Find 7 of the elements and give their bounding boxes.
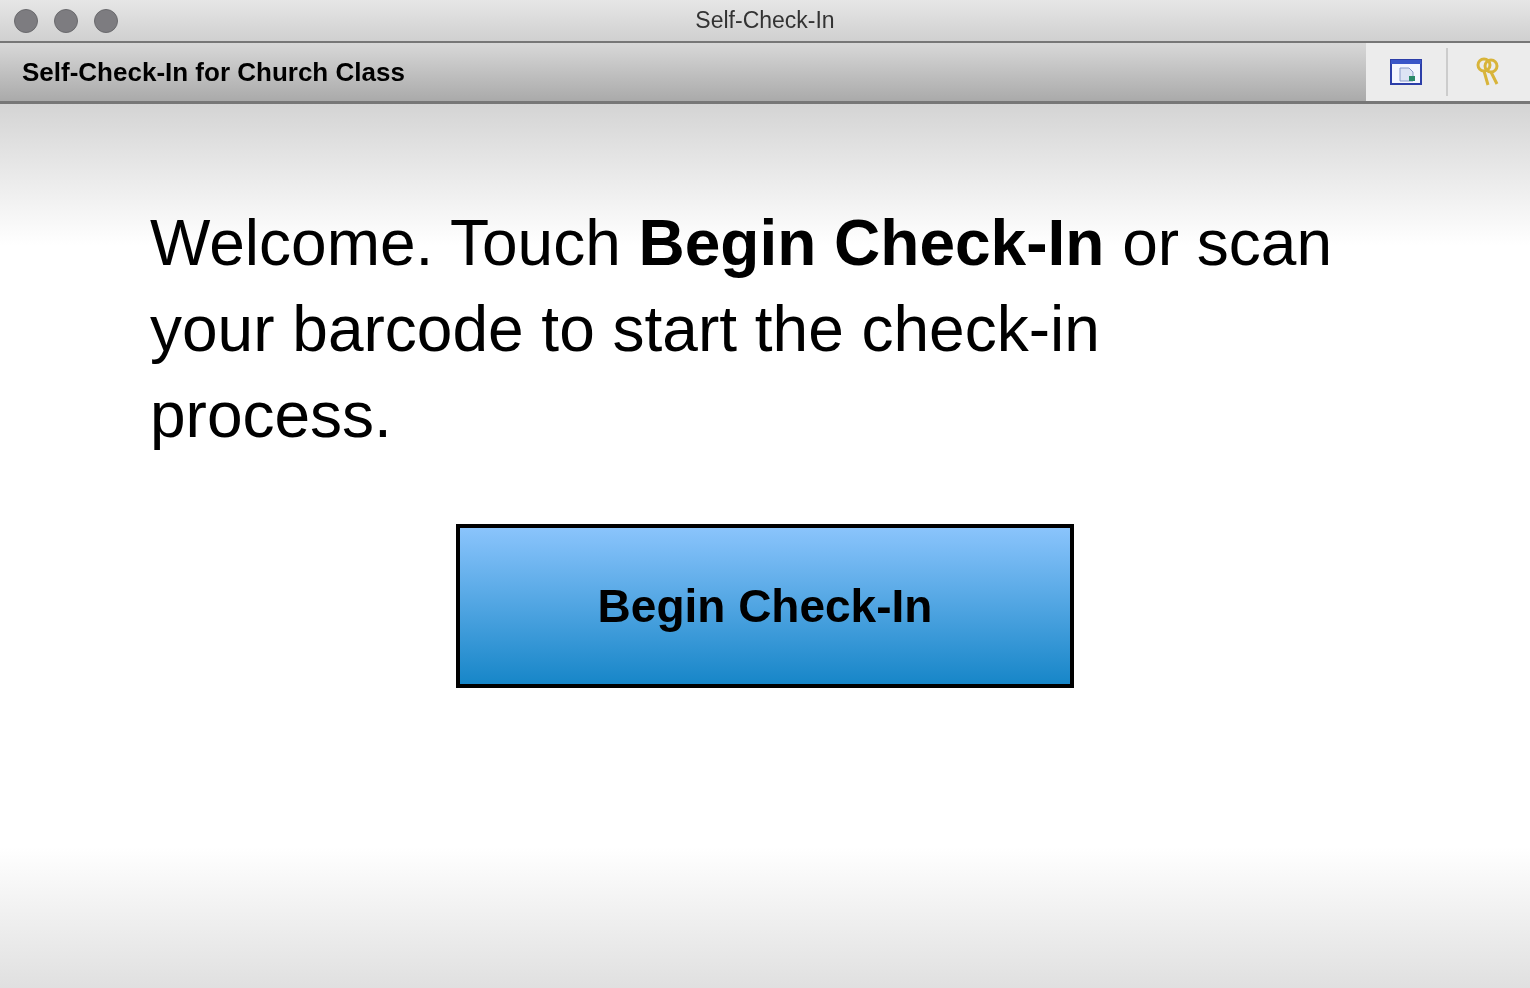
- begin-check-in-button[interactable]: Begin Check-In: [456, 524, 1074, 688]
- welcome-message: Welcome. Touch Begin Check-In or scan your barcode to start the check-in process.: [150, 206, 1334, 453]
- minimize-button[interactable]: [54, 8, 78, 33]
- close-button[interactable]: [14, 8, 38, 33]
- header-title: Self-Check-In for Church Class: [0, 43, 1366, 101]
- window-title: Self-Check-In: [695, 7, 835, 34]
- zoom-button[interactable]: [94, 8, 118, 33]
